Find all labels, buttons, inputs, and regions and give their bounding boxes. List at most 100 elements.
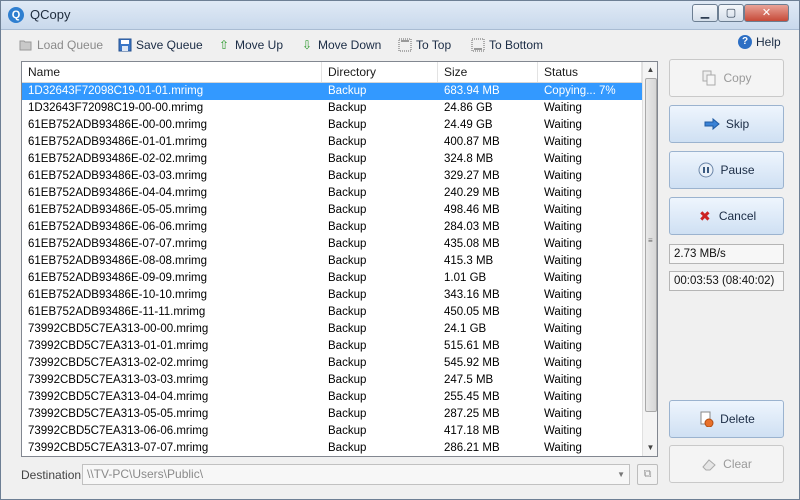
help-icon: ? bbox=[738, 35, 752, 49]
table-row[interactable]: 73992CBD5C7EA313-00-00.mrimg Backup 24.1 G… bbox=[22, 321, 642, 338]
table-row[interactable]: 73992CBD5C7EA313-04-04.mrimg Backup 255.45… bbox=[22, 389, 642, 406]
browse-folder-icon: ⧉ bbox=[643, 468, 652, 480]
file-name-cell: 61EB752ADB93486E-07-07.mrimg bbox=[28, 238, 207, 250]
destination-value: \\TV-PC\Users\Public\ bbox=[87, 467, 204, 481]
help-button[interactable]: ? Help bbox=[738, 35, 781, 49]
table-row[interactable]: 73992CBD5C7EA313-06-06.mrimg Backup 417.18… bbox=[22, 423, 642, 440]
to-bottom-label: To Bottom bbox=[489, 38, 544, 52]
title-bar[interactable]: Q QCopy ▁ ▢ ✕ bbox=[1, 1, 799, 30]
table-row[interactable]: 73992CBD5C7EA313-02-02.mrimg Backup 545.92… bbox=[22, 355, 642, 372]
table-row[interactable]: 61EB752ADB93486E-11-11.mrimg Backup 450.05… bbox=[22, 304, 642, 321]
status-cell: Waiting bbox=[544, 340, 582, 352]
transfer-speed: 2.73 MB/s bbox=[669, 244, 784, 264]
column-header-size[interactable]: Size bbox=[438, 62, 538, 82]
table-row[interactable]: 61EB752ADB93486E-04-04.mrimg Backup 240.29… bbox=[22, 185, 642, 202]
cancel-icon: ✖ bbox=[698, 208, 711, 224]
table-row[interactable]: 73992CBD5C7EA313-07-07.mrimg Backup 286.21… bbox=[22, 440, 642, 456]
table-row[interactable]: 61EB752ADB93486E-08-08.mrimg Backup 415.3 … bbox=[22, 253, 642, 270]
file-name-cell: 61EB752ADB93486E-05-05.mrimg bbox=[28, 204, 207, 216]
vertical-scrollbar[interactable]: ▲ ≡ ▼ bbox=[642, 62, 657, 456]
status-cell: Waiting bbox=[544, 119, 582, 131]
table-row[interactable]: 1D32643F72098C19-00-00.mrimg Backup 24.86 … bbox=[22, 100, 642, 117]
size-cell: 435.08 MB bbox=[444, 238, 500, 250]
copy-button[interactable]: Copy bbox=[669, 59, 784, 97]
status-cell: Waiting bbox=[544, 391, 582, 403]
column-header-status[interactable]: Status bbox=[538, 62, 642, 82]
delete-button[interactable]: Delete bbox=[669, 400, 784, 438]
directory-cell: Backup bbox=[328, 425, 367, 437]
file-name-cell: 1D32643F72098C19-01-01.mrimg bbox=[28, 85, 204, 97]
scroll-up-arrow-icon[interactable]: ▲ bbox=[643, 62, 657, 77]
file-name-cell: 61EB752ADB93486E-10-10.mrimg bbox=[28, 289, 207, 301]
cancel-button[interactable]: ✖ Cancel bbox=[669, 197, 784, 235]
table-row[interactable]: 61EB752ADB93486E-03-03.mrimg Backup 329.27… bbox=[22, 168, 642, 185]
status-cell: Waiting bbox=[544, 306, 582, 318]
browse-destination-button[interactable]: ⧉ bbox=[637, 464, 658, 485]
size-cell: 515.61 MB bbox=[444, 340, 500, 352]
clear-button[interactable]: Clear bbox=[669, 445, 784, 483]
move-down-label: Move Down bbox=[318, 38, 382, 52]
status-cell: Waiting bbox=[544, 238, 582, 250]
app-logo-icon: Q bbox=[8, 7, 24, 23]
table-row[interactable]: 73992CBD5C7EA313-03-03.mrimg Backup 247.5 … bbox=[22, 372, 642, 389]
directory-cell: Backup bbox=[328, 119, 367, 131]
to-bottom-button[interactable]: To Bottom bbox=[471, 35, 543, 55]
size-cell: 683.94 MB bbox=[444, 85, 500, 97]
destination-field[interactable]: \\TV-PC\Users\Public\ ▼ bbox=[82, 464, 630, 485]
eraser-icon bbox=[701, 456, 717, 472]
arrow-up-icon: ⇧ bbox=[218, 38, 230, 52]
directory-cell: Backup bbox=[328, 136, 367, 148]
scroll-down-arrow-icon[interactable]: ▼ bbox=[643, 440, 657, 455]
scrollbar-thumb[interactable]: ≡ bbox=[645, 78, 657, 412]
save-queue-button[interactable]: Save Queue bbox=[118, 35, 203, 55]
table-row[interactable]: 61EB752ADB93486E-10-10.mrimg Backup 343.16… bbox=[22, 287, 642, 304]
status-cell: Waiting bbox=[544, 425, 582, 437]
skip-icon bbox=[704, 116, 720, 132]
minimize-button[interactable]: ▁ bbox=[692, 4, 718, 22]
file-name-cell: 73992CBD5C7EA313-06-06.mrimg bbox=[28, 425, 209, 437]
pause-label: Pause bbox=[720, 163, 755, 177]
qcopy-window: Q QCopy ▁ ▢ ✕ Load Queue Save Queue ⇧ Mo… bbox=[0, 0, 800, 500]
size-cell: 255.45 MB bbox=[444, 391, 500, 403]
table-row[interactable]: 61EB752ADB93486E-09-09.mrimg Backup 1.01 G… bbox=[22, 270, 642, 287]
file-name-cell: 61EB752ADB93486E-08-08.mrimg bbox=[28, 255, 207, 267]
size-cell: 415.3 MB bbox=[444, 255, 494, 267]
size-cell: 324.8 MB bbox=[444, 153, 494, 165]
table-row[interactable]: 73992CBD5C7EA313-05-05.mrimg Backup 287.25… bbox=[22, 406, 642, 423]
table-row[interactable]: 61EB752ADB93486E-05-05.mrimg Backup 498.46… bbox=[22, 202, 642, 219]
load-queue-button[interactable]: Load Queue bbox=[19, 35, 103, 55]
status-cell: Waiting bbox=[544, 102, 582, 114]
file-name-cell: 73992CBD5C7EA313-07-07.mrimg bbox=[28, 442, 209, 454]
column-header-directory[interactable]: Directory bbox=[322, 62, 438, 82]
status-cell: Copying... 7% bbox=[544, 85, 616, 97]
file-name-cell: 73992CBD5C7EA313-00-00.mrimg bbox=[28, 323, 209, 335]
size-cell: 286.21 MB bbox=[444, 442, 500, 454]
maximize-button[interactable]: ▢ bbox=[718, 4, 744, 22]
toolbar: Load Queue Save Queue ⇧ Move Up ⇩ Move D… bbox=[1, 31, 799, 57]
move-down-button[interactable]: ⇩ Move Down bbox=[300, 35, 381, 55]
scrollbar-grip-icon: ≡ bbox=[648, 236, 653, 245]
pause-button[interactable]: Pause bbox=[669, 151, 784, 189]
column-header-name[interactable]: Name bbox=[22, 62, 322, 82]
queue-header: Name Directory Size Status bbox=[22, 62, 642, 83]
table-row[interactable]: 61EB752ADB93486E-00-00.mrimg Backup 24.49 … bbox=[22, 117, 642, 134]
move-up-button[interactable]: ⇧ Move Up bbox=[217, 35, 283, 55]
table-row[interactable]: 61EB752ADB93486E-07-07.mrimg Backup 435.08… bbox=[22, 236, 642, 253]
size-cell: 498.46 MB bbox=[444, 204, 500, 216]
directory-cell: Backup bbox=[328, 442, 367, 454]
table-row[interactable]: 61EB752ADB93486E-01-01.mrimg Backup 400.87… bbox=[22, 134, 642, 151]
floppy-icon bbox=[118, 38, 132, 52]
table-row[interactable]: 61EB752ADB93486E-06-06.mrimg Backup 284.03… bbox=[22, 219, 642, 236]
dropdown-arrow-icon[interactable]: ▼ bbox=[617, 465, 625, 484]
status-cell: Waiting bbox=[544, 255, 582, 267]
table-row[interactable]: 1D32643F72098C19-01-01.mrimg Backup 683.94… bbox=[22, 83, 642, 100]
directory-cell: Backup bbox=[328, 340, 367, 352]
file-name-cell: 73992CBD5C7EA313-05-05.mrimg bbox=[28, 408, 209, 420]
to-top-button[interactable]: To Top bbox=[398, 35, 451, 55]
queue-list[interactable]: Name Directory Size Status 1D32643F72098… bbox=[21, 61, 658, 457]
close-button[interactable]: ✕ bbox=[744, 4, 789, 22]
status-cell: Waiting bbox=[544, 357, 582, 369]
table-row[interactable]: 61EB752ADB93486E-02-02.mrimg Backup 324.8 … bbox=[22, 151, 642, 168]
skip-button[interactable]: Skip bbox=[669, 105, 784, 143]
table-row[interactable]: 73992CBD5C7EA313-01-01.mrimg Backup 515.61… bbox=[22, 338, 642, 355]
